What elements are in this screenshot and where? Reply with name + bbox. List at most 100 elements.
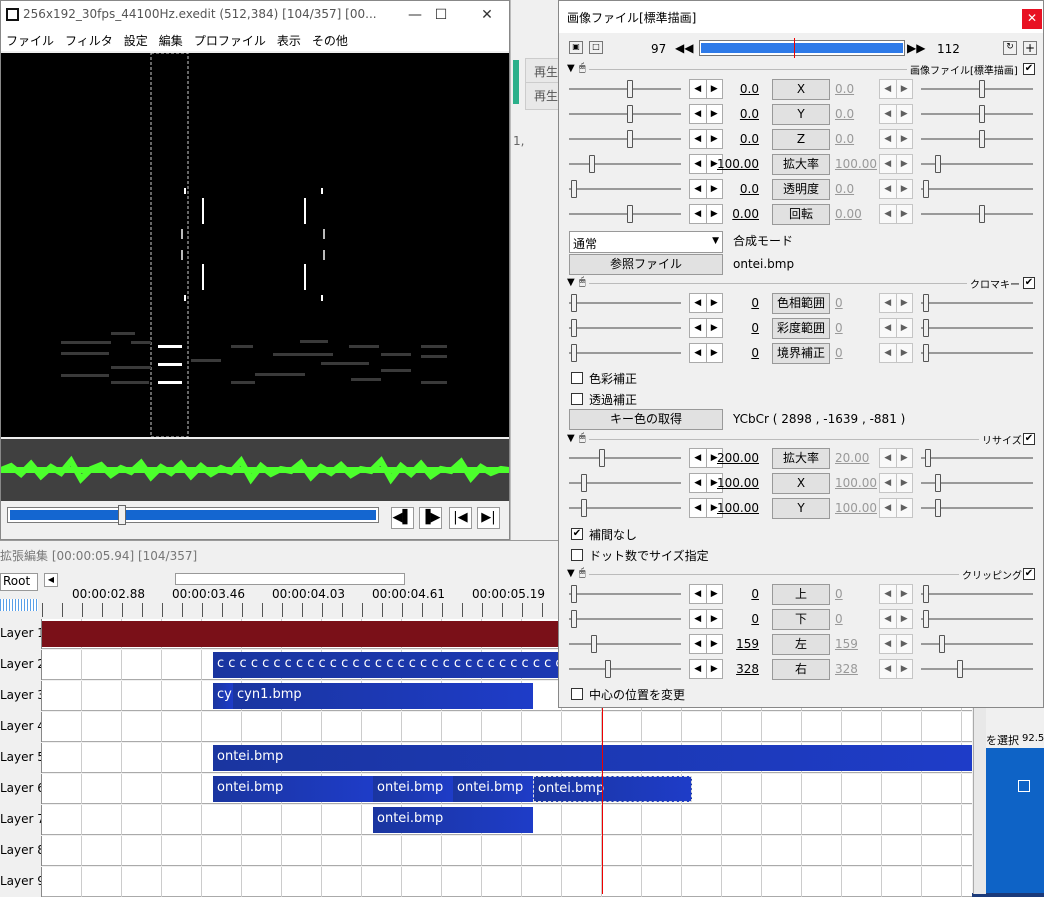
param-slider-start[interactable] [569,293,681,313]
increment-icon[interactable]: ▶ [897,130,913,148]
next-frame-button[interactable]: ▐▶ [419,507,442,529]
decrement-icon[interactable]: ◀ [690,105,707,123]
param-value-start[interactable]: 0.0 [709,82,759,96]
param-slider-start[interactable] [569,129,681,149]
param-value-start[interactable]: 328 [709,662,759,676]
param-stepper-end[interactable]: ◀ ▶ [879,154,913,174]
decrement-icon[interactable]: ◀ [880,130,897,148]
layer-track[interactable] [42,836,972,866]
layer-header[interactable]: Layer 3 [0,681,42,711]
reference-file-button[interactable]: 参照ファイル [569,254,723,275]
param-button[interactable]: 上 [772,584,830,605]
param-button[interactable]: X [772,79,830,100]
layer-header[interactable]: Layer 1 [0,619,42,649]
decrement-icon[interactable]: ◀ [880,180,897,198]
menu-file[interactable]: ファイル [1,29,60,51]
decrement-icon[interactable]: ◀ [880,635,897,653]
increment-icon[interactable]: ▶ [897,449,913,467]
layer-header[interactable]: Layer 8 [0,836,42,866]
slider-knob[interactable] [925,449,931,467]
param-stepper-end[interactable]: ◀ ▶ [879,448,913,468]
param-value-end[interactable]: 100.00 [835,157,885,171]
decrement-icon[interactable]: ◀ [690,499,707,517]
dialog-titlebar[interactable]: 画像ファイル[標準描画] ✕ [559,1,1043,33]
param-value-start[interactable]: 0 [709,321,759,335]
timeline-clip[interactable]: cyn [213,683,233,709]
slider-knob[interactable] [979,80,985,98]
slider-knob[interactable] [957,660,963,678]
prev-keyframe-icon[interactable]: ◀◀ [675,41,693,55]
param-button[interactable]: Z [772,129,830,150]
decrement-icon[interactable]: ◀ [690,449,707,467]
decrement-icon[interactable]: ◀ [690,205,707,223]
go-end-button[interactable]: ▶| [477,507,500,529]
slider-knob[interactable] [935,499,941,517]
param-slider-end[interactable] [921,343,1033,363]
param-button[interactable]: 彩度範囲 [772,318,830,339]
param-button[interactable]: 左 [772,634,830,655]
increment-icon[interactable]: ▶ [897,180,913,198]
param-value-end[interactable]: 0.0 [835,132,885,146]
param-slider-start[interactable] [569,448,681,468]
layer-header[interactable]: Layer 7 [0,805,42,835]
decrement-icon[interactable]: ◀ [880,499,897,517]
slider-knob[interactable] [627,105,633,123]
menu-filter[interactable]: フィルタ [60,29,119,51]
menu-other[interactable]: その他 [307,29,354,51]
root-button[interactable]: Root [0,573,38,591]
param-slider-start[interactable] [569,498,681,518]
collapse-icon[interactable]: ▼ [567,63,575,74]
param-slider-end[interactable] [921,659,1033,679]
param-stepper-end[interactable]: ◀ ▶ [879,79,913,99]
timeline-clip[interactable]: ontei.bmp [373,807,533,833]
decrement-icon[interactable]: ◀ [880,660,897,678]
menu-view[interactable]: 表示 [272,29,307,51]
decrement-icon[interactable]: ◀ [690,80,707,98]
slider-knob[interactable] [923,319,929,337]
param-stepper-end[interactable]: ◀ ▶ [879,293,913,313]
param-button[interactable]: Y [772,498,830,519]
increment-icon[interactable]: ▶ [897,155,913,173]
slider-knob[interactable] [571,294,577,312]
param-slider-end[interactable] [921,154,1033,174]
slider-knob[interactable] [979,205,985,223]
add-filter-icon[interactable]: + [1023,41,1037,55]
param-slider-start[interactable] [569,204,681,224]
param-slider-start[interactable] [569,473,681,493]
timeline-clip-selected[interactable]: ontei.bmp [533,776,692,802]
next-keyframe-icon[interactable]: ▶▶ [907,41,925,55]
decrement-icon[interactable]: ◀ [880,610,897,628]
slider-knob[interactable] [605,660,611,678]
timeline-clip[interactable]: ontei.bmp [373,776,453,802]
transparent-correct-checkbox[interactable] [571,393,583,405]
prev-frame-button[interactable]: ◀▌ [391,507,414,529]
scroll-left-icon[interactable]: ◀ [44,573,58,587]
slider-knob[interactable] [571,319,577,337]
param-value-end[interactable]: 0.0 [835,182,885,196]
param-value-end[interactable]: 0 [835,346,885,360]
param-value-start[interactable]: 0.0 [709,182,759,196]
param-value-end[interactable]: 0.0 [835,107,885,121]
param-button[interactable]: 右 [772,659,830,680]
seek-bar[interactable] [7,505,379,525]
slider-knob[interactable] [571,585,577,603]
go-start-button[interactable]: |◀ [449,507,472,529]
increment-icon[interactable]: ▶ [897,205,913,223]
enable-checkbox[interactable]: ✔ [1023,568,1035,580]
enable-checkbox[interactable]: ✔ [1023,277,1035,289]
decrement-icon[interactable]: ◀ [880,474,897,492]
increment-icon[interactable]: ▶ [897,344,913,362]
slider-knob[interactable] [923,585,929,603]
param-slider-start[interactable] [569,104,681,124]
increment-icon[interactable]: ▶ [897,294,913,312]
param-slider-start[interactable] [569,343,681,363]
maximize-icon[interactable]: ☐ [429,5,453,25]
increment-icon[interactable]: ▶ [897,635,913,653]
param-button[interactable]: 拡大率 [772,154,830,175]
param-slider-end[interactable] [921,318,1033,338]
param-value-end[interactable]: 0 [835,612,885,626]
decrement-icon[interactable]: ◀ [690,635,707,653]
layer-track[interactable] [42,712,972,742]
enable-checkbox[interactable]: ✔ [1023,63,1035,75]
timeline-clip[interactable]: ontei.bmp [453,776,533,802]
